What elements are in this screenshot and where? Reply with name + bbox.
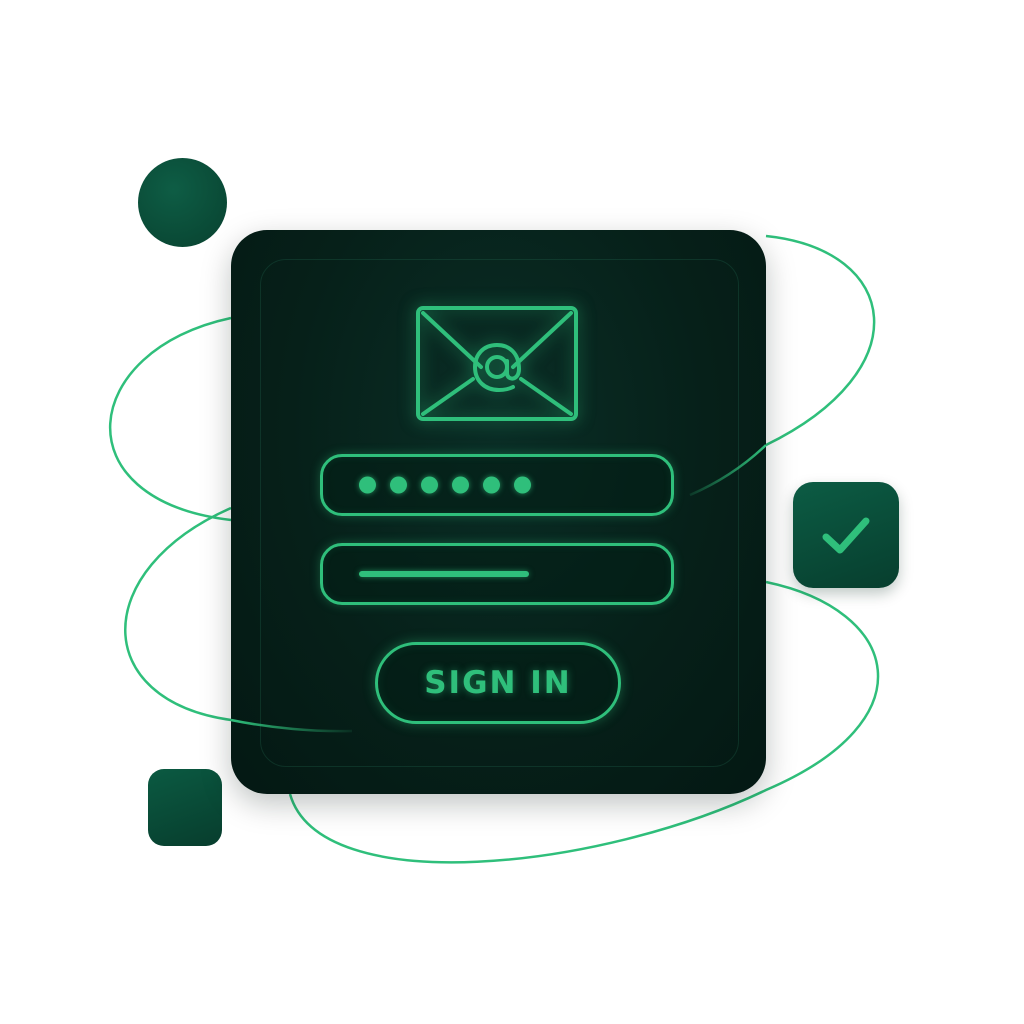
mail-at-icon xyxy=(416,306,578,421)
password-mask-dots xyxy=(359,476,531,494)
text-placeholder-line xyxy=(359,571,529,577)
password-dot xyxy=(421,476,438,494)
password-dot xyxy=(483,476,500,494)
login-illustration: SIGN IN xyxy=(0,0,1024,1024)
password-dot xyxy=(359,476,376,494)
decorative-circle xyxy=(138,158,227,247)
password-dot xyxy=(452,476,469,494)
password-dot xyxy=(514,476,531,494)
password-dot xyxy=(390,476,407,494)
decorative-square xyxy=(148,769,222,846)
check-icon xyxy=(822,517,870,554)
check-badge xyxy=(793,482,899,588)
password-field[interactable] xyxy=(320,454,674,516)
sign-in-label: SIGN IN xyxy=(424,665,572,701)
sign-in-button[interactable]: SIGN IN xyxy=(375,642,621,724)
email-field[interactable] xyxy=(320,543,674,605)
